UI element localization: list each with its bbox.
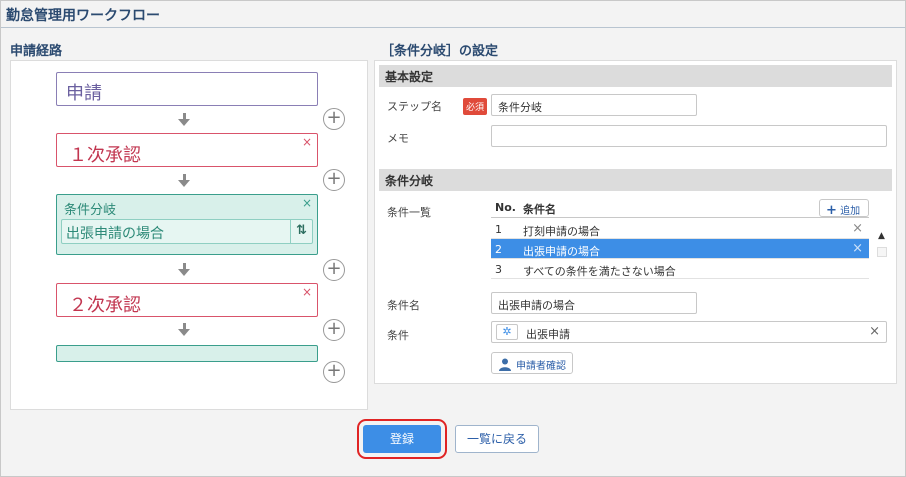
col-no-header: No. bbox=[495, 201, 516, 214]
add-condition-label: 追加 bbox=[840, 206, 861, 217]
memo-label: メモ bbox=[387, 132, 409, 145]
arrow-down-icon bbox=[178, 269, 190, 276]
add-step-icon[interactable]: + bbox=[323, 361, 345, 383]
approval-node-2-label: ２次承認 bbox=[69, 295, 141, 316]
arrow-down-icon bbox=[178, 180, 190, 187]
close-icon[interactable]: × bbox=[302, 285, 312, 299]
branch-node-title: 条件分岐 bbox=[64, 203, 117, 218]
branch-condition-label: 出張申請の場合 bbox=[66, 226, 164, 242]
condition-label: 条件 bbox=[387, 329, 409, 342]
remove-row-icon[interactable]: × bbox=[852, 241, 863, 256]
branch-condition-field[interactable]: 出張申請の場合 ⇅ bbox=[61, 219, 313, 244]
title-divider bbox=[1, 27, 905, 28]
step-name-input[interactable]: 条件分岐 bbox=[491, 94, 697, 116]
move-up-icon[interactable]: ▲ bbox=[876, 232, 887, 241]
apply-node-label: 申請 bbox=[66, 83, 102, 104]
branch-node[interactable]: 条件分岐 × 出張申請の場合 ⇅ bbox=[56, 194, 318, 255]
add-step-icon[interactable]: + bbox=[323, 259, 345, 281]
add-condition-button[interactable]: + 追加 bbox=[819, 199, 869, 217]
basic-settings-header: 基本設定 bbox=[379, 65, 892, 87]
approval-node-1[interactable]: １次承認 × bbox=[56, 133, 318, 167]
condition-list-label: 条件一覧 bbox=[387, 206, 431, 219]
back-to-list-button[interactable]: 一覧に戻る bbox=[455, 425, 539, 453]
arrow-down-icon bbox=[178, 119, 190, 126]
branch-end-node[interactable] bbox=[56, 345, 318, 362]
condition-field[interactable]: ✲ 出張申請 × bbox=[491, 321, 887, 343]
add-step-icon[interactable]: + bbox=[323, 169, 345, 191]
condition-table-header: No. 条件名 bbox=[491, 198, 869, 218]
route-panel: 申請 + １次承認 × + 条件分岐 × 出張申請の場合 ⇅ + ２次承認 × … bbox=[10, 60, 368, 410]
approval-node-2[interactable]: ２次承認 × bbox=[56, 283, 318, 317]
condition-name-input[interactable]: 出張申請の場合 bbox=[491, 292, 697, 314]
close-icon[interactable]: × bbox=[302, 196, 312, 210]
clear-condition-icon[interactable]: × bbox=[869, 324, 880, 339]
condition-value: 出張申請 bbox=[526, 328, 570, 341]
settings-panel: 基本設定 ステップ名 必須 条件分岐 メモ 条件分岐 条件一覧 No. 条件名 … bbox=[374, 60, 897, 384]
condition-name-label: 条件名 bbox=[387, 299, 420, 312]
branch-settings-header: 条件分岐 bbox=[379, 169, 892, 191]
col-name-header: 条件名 bbox=[523, 203, 556, 216]
memo-input[interactable] bbox=[491, 125, 887, 147]
applicant-check-label: 申請者確認 bbox=[516, 361, 566, 372]
close-icon[interactable]: × bbox=[302, 135, 312, 149]
move-down-icon[interactable] bbox=[877, 247, 887, 257]
condition-row[interactable]: 3 すべての条件を満たさない場合 bbox=[491, 259, 869, 279]
condition-table-body: 1 打刻申請の場合 × 2 出張申請の場合 × 3 すべての条件を満たさない場合 bbox=[491, 219, 869, 279]
add-step-icon[interactable]: + bbox=[323, 108, 345, 130]
step-name-label: ステップ名 bbox=[387, 100, 442, 113]
register-button[interactable]: 登録 bbox=[357, 419, 447, 459]
page-title: 勤怠管理用ワークフロー bbox=[6, 8, 160, 24]
approval-node-1-label: １次承認 bbox=[69, 145, 141, 166]
condition-row-selected[interactable]: 2 出張申請の場合 × bbox=[491, 239, 869, 259]
remove-row-icon[interactable]: × bbox=[852, 221, 863, 236]
applicant-check-button[interactable]: 申請者確認 bbox=[491, 352, 573, 374]
plus-icon: + bbox=[826, 203, 837, 218]
condition-row[interactable]: 1 打刻申請の場合 × bbox=[491, 219, 869, 239]
add-step-icon[interactable]: + bbox=[323, 319, 345, 341]
swap-icon[interactable]: ⇅ bbox=[290, 220, 312, 243]
required-badge: 必須 bbox=[463, 98, 488, 115]
apply-node[interactable]: 申請 bbox=[56, 72, 318, 106]
route-heading: 申請経路 bbox=[10, 44, 63, 59]
person-icon bbox=[498, 357, 512, 371]
settings-heading: ［条件分岐］の設定 bbox=[381, 44, 499, 59]
arrow-down-icon bbox=[178, 329, 190, 336]
gear-icon[interactable]: ✲ bbox=[496, 324, 518, 340]
